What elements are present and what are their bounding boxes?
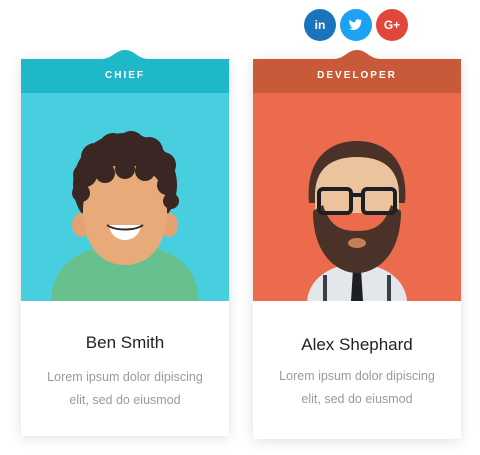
role-band: CHIEF [21,59,229,93]
avatar [253,93,461,301]
google-plus-button[interactable]: G+ [376,9,408,41]
team-card-ben-smith: CHIEF Ben Smith Lorem ipsum dolor dipisc… [21,50,229,436]
member-name: Ben Smith [85,333,165,352]
linkedin-button[interactable]: in [304,9,336,41]
role-band: DEVELOPER [253,59,461,93]
google-plus-icon: G+ [383,18,401,32]
role-label: DEVELOPER [317,70,397,81]
avatar [21,93,229,301]
social-links: in G+ [0,9,480,43]
team-card-alex-shephard: DEVELOPER Alex Shephard Lorem ipsum dolo… [253,50,461,439]
member-description: Lorem ipsum dolor dipiscing elit, sed do… [279,369,435,406]
twitter-icon [349,19,362,30]
member-description: Lorem ipsum dolor dipiscing elit, sed do… [47,370,203,407]
twitter-button[interactable] [340,9,372,41]
linkedin-icon: in [314,18,326,32]
role-label: CHIEF [105,70,145,81]
member-name: Alex Shephard [301,335,413,354]
